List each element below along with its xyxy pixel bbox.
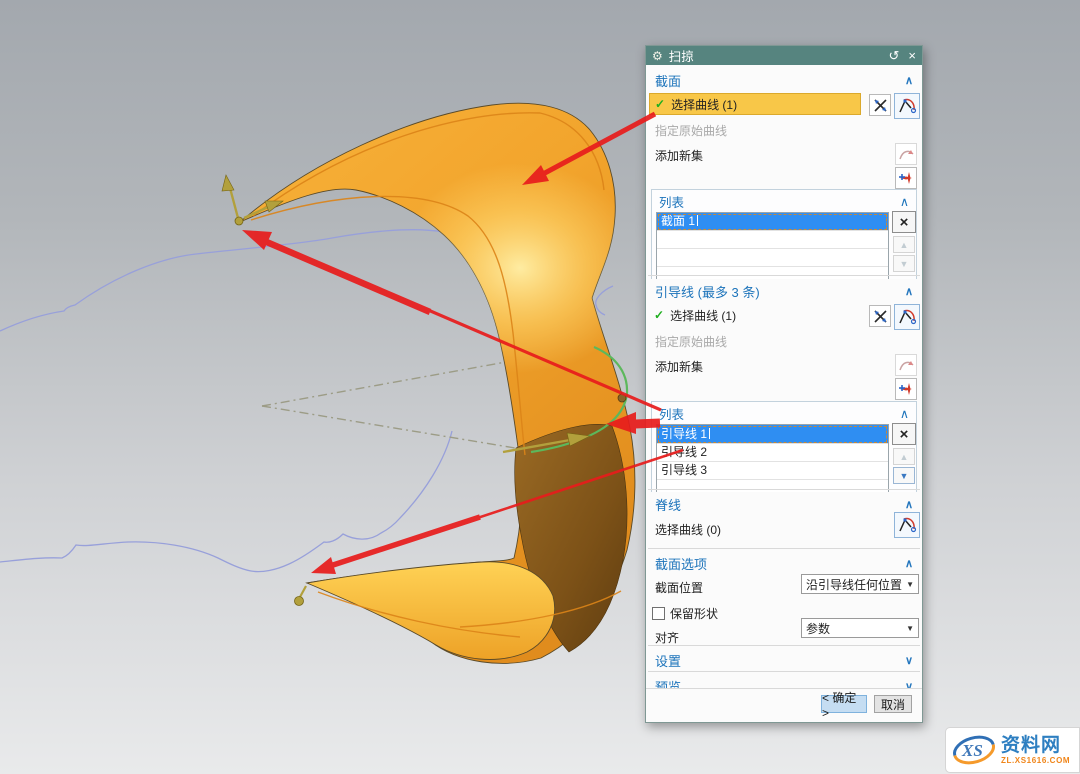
list-item-guide3[interactable]: 引导线 3 [657, 462, 888, 480]
guides-select-curve-field[interactable]: ✓ 选择曲线 (1) [649, 304, 861, 326]
guides-list-grid: 引导线 1 引导线 2 引导线 3 [656, 424, 889, 497]
curve-rule-icon [898, 516, 917, 535]
section-select-curve-label: 选择曲线 (1) [671, 96, 737, 113]
section-curve-rule-button[interactable] [894, 93, 920, 119]
chevron-down-icon[interactable]: ∨ [905, 654, 913, 667]
section-add-new-set-label: 添加新集 [650, 147, 703, 164]
swept-surface[interactable] [240, 103, 645, 663]
curve-rule-icon [898, 97, 917, 116]
section-header: 截面 [655, 71, 681, 90]
move-up-button[interactable]: ▲ [893, 448, 915, 465]
guides-curve-rule-button[interactable] [894, 304, 920, 330]
watermark-card: XS 资料网 ZL.XS1616.COM [945, 727, 1080, 773]
handle-arrow-up[interactable] [222, 175, 234, 191]
watermark-logo: XS [950, 731, 998, 769]
preserve-shape-label: 保留形状 [670, 605, 718, 622]
options-align-label: 对齐 [650, 629, 679, 646]
align-dropdown[interactable]: 参数 ▼ [801, 618, 919, 638]
dialog-title: 扫掠 [669, 46, 880, 65]
text-cursor [697, 215, 698, 226]
remove-item-button[interactable]: × [892, 423, 916, 445]
dropdown-caret-icon: ▼ [906, 580, 914, 589]
group-guides: 引导线 (最多 3 条) ∧ ✓ 选择曲线 (1) 指定原始曲线 [646, 279, 922, 487]
close-icon[interactable]: × [908, 49, 916, 62]
section-list-header: 列表 [659, 192, 684, 211]
list-item-guide1[interactable]: 引导线 1 [657, 425, 888, 444]
deselect-curve-button[interactable] [869, 305, 891, 327]
deselect-curve-button[interactable] [869, 94, 891, 116]
spine-select-curve-label: 选择曲线 (0) [650, 521, 721, 538]
ok-button[interactable]: < 确定 > [821, 695, 867, 713]
handle-sphere-middle[interactable] [618, 394, 626, 402]
check-icon: ✓ [654, 308, 664, 322]
section-specify-origin-label: 指定原始曲线 [650, 122, 727, 139]
list-item-section1[interactable]: 截面 1 [657, 213, 888, 231]
chevron-up-icon[interactable]: ∧ [900, 406, 909, 421]
add-new-set-icon [898, 170, 914, 186]
handle-ball-bottom[interactable] [295, 597, 304, 606]
position-dropdown[interactable]: 沿引导线任何位置 ▼ [801, 574, 919, 594]
section-add-new-set-button[interactable] [895, 167, 917, 189]
text-cursor [709, 428, 710, 439]
reset-icon[interactable]: ↺ [889, 49, 900, 62]
handle-ball-top[interactable] [235, 217, 243, 225]
align-value: 参数 [806, 620, 903, 637]
guides-specify-origin-label: 指定原始曲线 [650, 333, 727, 350]
section-select-curve-field[interactable]: ✓ 选择曲线 (1) [649, 93, 861, 115]
chevron-up-icon[interactable]: ∧ [905, 557, 913, 570]
surface-bottom-lobe [307, 562, 555, 660]
crossed-arrows-icon [873, 309, 888, 324]
dropdown-caret-icon: ▼ [906, 624, 914, 633]
watermark-site-url: ZL.XS1616.COM [1001, 757, 1070, 765]
chevron-up-icon[interactable]: ∧ [900, 194, 909, 209]
section-list-grid: 截面 1 [656, 212, 889, 283]
list-item-empty[interactable] [657, 231, 888, 249]
group-settings: 设置 ∨ [646, 648, 922, 670]
sweep-dialog: ⚙ 扫掠 ↺ × 截面 ∧ ✓ 选择曲线 (1) [645, 45, 923, 723]
construction-dashed-lines [262, 362, 521, 449]
group-section-options: 截面选项 ∧ 截面位置 沿引导线任何位置 ▼ 保留形状 对齐 参数 ▼ [646, 551, 922, 643]
chevron-up-icon[interactable]: ∧ [905, 74, 913, 87]
curve-rule-icon [898, 308, 917, 327]
spine-curve-rule-button[interactable] [894, 512, 920, 538]
section-list-panel: 列表 ∧ 截面 1 × ▲ ▼ [651, 189, 917, 288]
position-value: 沿引导线任何位置 [806, 576, 903, 593]
crossed-arrows-icon [873, 98, 888, 113]
options-position-label: 截面位置 [650, 579, 703, 596]
guides-add-new-set-label: 添加新集 [650, 358, 703, 375]
move-down-button[interactable]: ▼ [893, 467, 915, 484]
preserve-shape-checkbox[interactable] [652, 607, 665, 620]
list-item-empty[interactable] [657, 249, 888, 267]
remove-item-button[interactable]: × [892, 211, 916, 233]
cancel-button[interactable]: 取消 [874, 695, 912, 713]
chevron-up-icon[interactable]: ∧ [905, 285, 913, 298]
dialog-titlebar[interactable]: ⚙ 扫掠 ↺ × [646, 46, 922, 65]
move-up-button[interactable]: ▲ [893, 236, 915, 253]
add-new-set-icon [898, 381, 914, 397]
dialog-footer: < 确定 > 取消 [646, 688, 922, 722]
watermark-site-name: 资料网 [1001, 736, 1070, 755]
list-item-guide2[interactable]: 引导线 2 [657, 444, 888, 462]
move-down-button[interactable]: ▼ [893, 255, 915, 272]
spine-header: 脊线 [655, 495, 681, 514]
surface-highlight [395, 163, 645, 373]
group-section: 截面 ∧ ✓ 选择曲线 (1) 指定原始曲线 [646, 68, 922, 270]
group-spine: 脊线 ∧ 选择曲线 (0) [646, 492, 922, 546]
settings-header: 设置 [655, 651, 681, 670]
gear-icon: ⚙ [652, 49, 663, 63]
options-header: 截面选项 [655, 554, 707, 573]
check-icon: ✓ [655, 97, 665, 111]
guides-header: 引导线 (最多 3 条) [655, 282, 760, 301]
guides-select-curve-label: 选择曲线 (1) [670, 307, 736, 324]
watermark-logo-text: XS [961, 741, 983, 760]
guides-add-new-set-button[interactable] [895, 378, 917, 400]
chevron-up-icon[interactable]: ∧ [905, 498, 913, 511]
guides-list-header: 列表 [659, 404, 684, 423]
